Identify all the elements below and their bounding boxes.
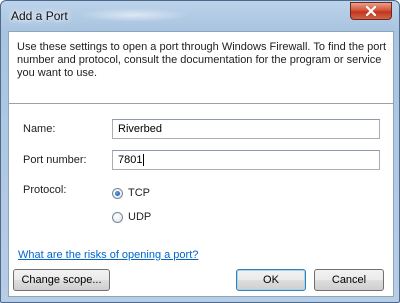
- dialog-client-area: Use these settings to open a port throug…: [8, 31, 394, 297]
- text-caret: [143, 154, 145, 167]
- udp-radio-button[interactable]: [112, 211, 123, 223]
- protocol-option-udp[interactable]: UDP: [112, 211, 151, 223]
- udp-radio-label: UDP: [128, 211, 152, 223]
- change-scope-button[interactable]: Change scope...: [13, 269, 110, 291]
- window-title: Add a Port: [11, 9, 68, 23]
- port-number-input-value: 7801: [118, 154, 143, 166]
- instructions-text: Use these settings to open a port throug…: [17, 41, 387, 79]
- title-bar-glass-reflection: [79, 8, 189, 22]
- protocol-option-tcp[interactable]: TCP: [112, 187, 150, 199]
- name-input[interactable]: Riverbed: [112, 119, 380, 139]
- name-input-value: Riverbed: [118, 123, 163, 135]
- protocol-label: Protocol:: [23, 184, 67, 196]
- port-number-label: Port number:: [23, 154, 87, 166]
- title-bar[interactable]: Add a Port: [1, 1, 399, 31]
- add-port-dialog: Add a Port Use these settings to open a …: [0, 0, 400, 303]
- close-icon: [366, 6, 376, 16]
- tcp-radio-label: TCP: [128, 187, 150, 199]
- port-risks-help-link[interactable]: What are the risks of opening a port?: [18, 249, 198, 261]
- divider: [9, 103, 393, 105]
- cancel-button[interactable]: Cancel: [314, 269, 384, 291]
- name-label: Name:: [23, 123, 56, 135]
- port-number-input[interactable]: 7801: [112, 150, 380, 170]
- ok-button[interactable]: OK: [236, 269, 306, 291]
- close-button[interactable]: [350, 2, 392, 20]
- tcp-radio-button[interactable]: [112, 187, 123, 199]
